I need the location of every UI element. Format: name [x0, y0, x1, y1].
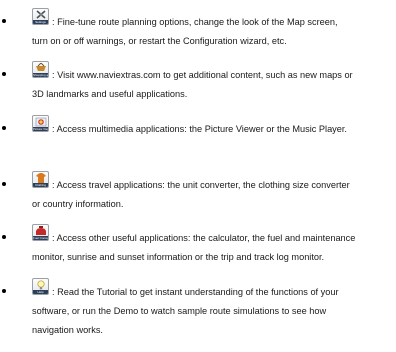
- bullet: [2, 289, 6, 293]
- clothing-icon: Clothing: [32, 171, 49, 188]
- bullet: [2, 126, 6, 130]
- bullet: [2, 182, 6, 186]
- item-text-line: : Fine-tune route planning options, chan…: [52, 17, 338, 27]
- item-text-line: or country information.: [32, 199, 124, 209]
- item-text-line: 3D landmarks and useful applications.: [32, 89, 188, 99]
- item-text-line: turn on or off warnings, or restart the …: [32, 36, 287, 46]
- item-text-line: monitor, sunrise and sunset information …: [32, 252, 325, 262]
- bullet: [2, 72, 6, 76]
- bullet: [2, 235, 6, 239]
- item-text-line: : Access multimedia applications: the Pi…: [52, 124, 347, 134]
- item-text-line: : Read the Tutorial to get instant under…: [52, 287, 339, 297]
- item-text-line: : Access other useful applications: the …: [52, 233, 356, 243]
- settings-icon: Settings: [32, 8, 49, 25]
- item-text-line: : Access travel applications: the unit c…: [52, 180, 350, 190]
- picture-viewer-icon: Picture Viewer: [32, 115, 49, 132]
- fuel-consumption-icon: Fuel Consumption: [32, 224, 49, 241]
- help-icon: Help: [32, 278, 49, 295]
- item-text-line: : Visit www.naviextras.com to get additi…: [52, 70, 353, 80]
- item-text-line: navigation works.: [32, 325, 103, 335]
- bullet: [2, 19, 6, 23]
- item-text-line: software, or run the Demo to watch sampl…: [32, 306, 327, 316]
- naviextras-icon: Shopping and Extras: [32, 61, 49, 78]
